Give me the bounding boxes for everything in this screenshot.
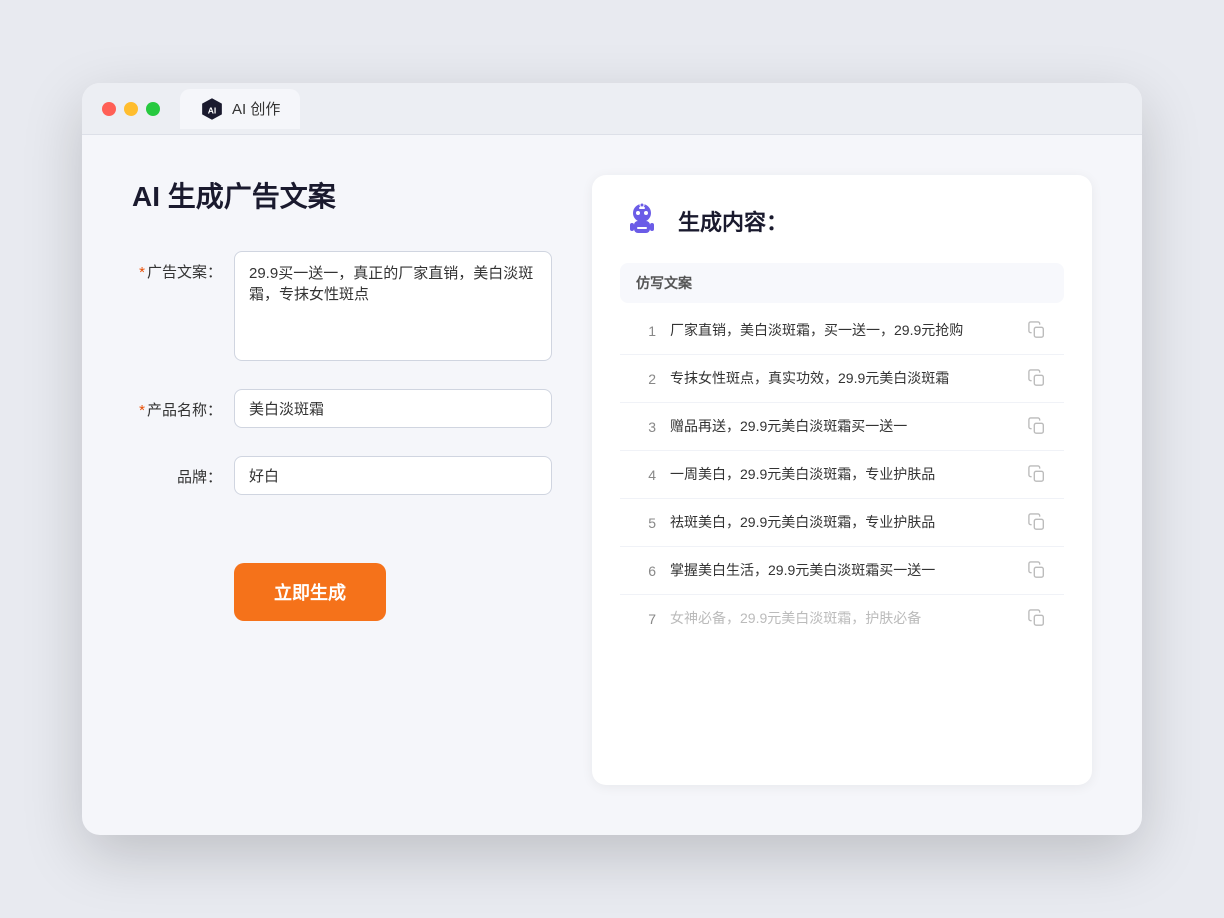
- result-index: 6: [636, 563, 656, 579]
- ad-copy-group: *广告文案：: [132, 251, 552, 361]
- result-text: 祛斑美白，29.9元美白淡斑霜，专业护肤品: [670, 512, 1014, 533]
- browser-tab[interactable]: AI AI 创作: [180, 89, 300, 129]
- copy-icon[interactable]: [1028, 609, 1048, 629]
- titlebar: AI AI 创作: [82, 83, 1142, 135]
- result-index: 1: [636, 323, 656, 339]
- robot-icon: [620, 199, 664, 243]
- result-header: 生成内容：: [620, 199, 1064, 243]
- product-name-group: *产品名称：: [132, 389, 552, 428]
- result-text: 掌握美白生活，29.9元美白淡斑霜买一送一: [670, 560, 1014, 581]
- ad-copy-input[interactable]: [234, 251, 552, 361]
- required-star-2: *: [139, 402, 145, 419]
- result-text: 女神必备，29.9元美白淡斑霜，护肤必备: [670, 608, 1014, 629]
- minimize-button[interactable]: [124, 102, 138, 116]
- result-text: 赠品再送，29.9元美白淡斑霜买一送一: [670, 416, 1014, 437]
- result-item: 2 专抹女性斑点，真实功效，29.9元美白淡斑霜: [620, 355, 1064, 403]
- result-index: 7: [636, 611, 656, 627]
- result-index: 3: [636, 419, 656, 435]
- result-item: 3 赠品再送，29.9元美白淡斑霜买一送一: [620, 403, 1064, 451]
- tab-label: AI 创作: [232, 98, 280, 119]
- brand-group: 品牌：: [132, 456, 552, 495]
- result-index: 5: [636, 515, 656, 531]
- result-index: 2: [636, 371, 656, 387]
- traffic-lights: [102, 102, 160, 116]
- required-star: *: [139, 264, 145, 281]
- svg-text:AI: AI: [208, 105, 217, 115]
- brand-input[interactable]: [234, 456, 552, 495]
- browser-content: AI 生成广告文案 *广告文案： *产品名称： 品牌： 立: [82, 135, 1142, 835]
- result-text: 厂家直销，美白淡斑霜，买一送一，29.9元抢购: [670, 320, 1014, 341]
- copy-icon[interactable]: [1028, 321, 1048, 341]
- result-text: 专抹女性斑点，真实功效，29.9元美白淡斑霜: [670, 368, 1014, 389]
- page-title: AI 生成广告文案: [132, 175, 552, 215]
- result-title: 生成内容：: [678, 205, 788, 237]
- result-index: 4: [636, 467, 656, 483]
- result-item: 7 女神必备，29.9元美白淡斑霜，护肤必备: [620, 595, 1064, 642]
- results-list: 1 厂家直销，美白淡斑霜，买一送一，29.9元抢购 2 专抹女性斑点，真实功效，29…: [620, 307, 1064, 642]
- result-item: 4 一周美白，29.9元美白淡斑霜，专业护肤品: [620, 451, 1064, 499]
- close-button[interactable]: [102, 102, 116, 116]
- result-table-header: 仿写文案: [620, 263, 1064, 303]
- copy-icon[interactable]: [1028, 561, 1048, 581]
- copy-icon[interactable]: [1028, 465, 1048, 485]
- copy-icon[interactable]: [1028, 513, 1048, 533]
- maximize-button[interactable]: [146, 102, 160, 116]
- generate-button[interactable]: 立即生成: [234, 563, 386, 621]
- left-panel: AI 生成广告文案 *广告文案： *产品名称： 品牌： 立: [132, 175, 552, 785]
- result-item: 1 厂家直销，美白淡斑霜，买一送一，29.9元抢购: [620, 307, 1064, 355]
- result-item: 6 掌握美白生活，29.9元美白淡斑霜买一送一: [620, 547, 1064, 595]
- result-text: 一周美白，29.9元美白淡斑霜，专业护肤品: [670, 464, 1014, 485]
- product-name-input[interactable]: [234, 389, 552, 428]
- ai-tab-icon: AI: [200, 97, 224, 121]
- copy-icon[interactable]: [1028, 417, 1048, 437]
- right-panel: 生成内容： 仿写文案 1 厂家直销，美白淡斑霜，买一送一，29.9元抢购 2 专抹女…: [592, 175, 1092, 785]
- browser-window: AI AI 创作 AI 生成广告文案 *广告文案： *产品名称：: [82, 83, 1142, 835]
- brand-label: 品牌：: [132, 456, 222, 487]
- product-name-label: *产品名称：: [132, 389, 222, 420]
- ad-copy-label: *广告文案：: [132, 251, 222, 282]
- copy-icon[interactable]: [1028, 369, 1048, 389]
- result-item: 5 祛斑美白，29.9元美白淡斑霜，专业护肤品: [620, 499, 1064, 547]
